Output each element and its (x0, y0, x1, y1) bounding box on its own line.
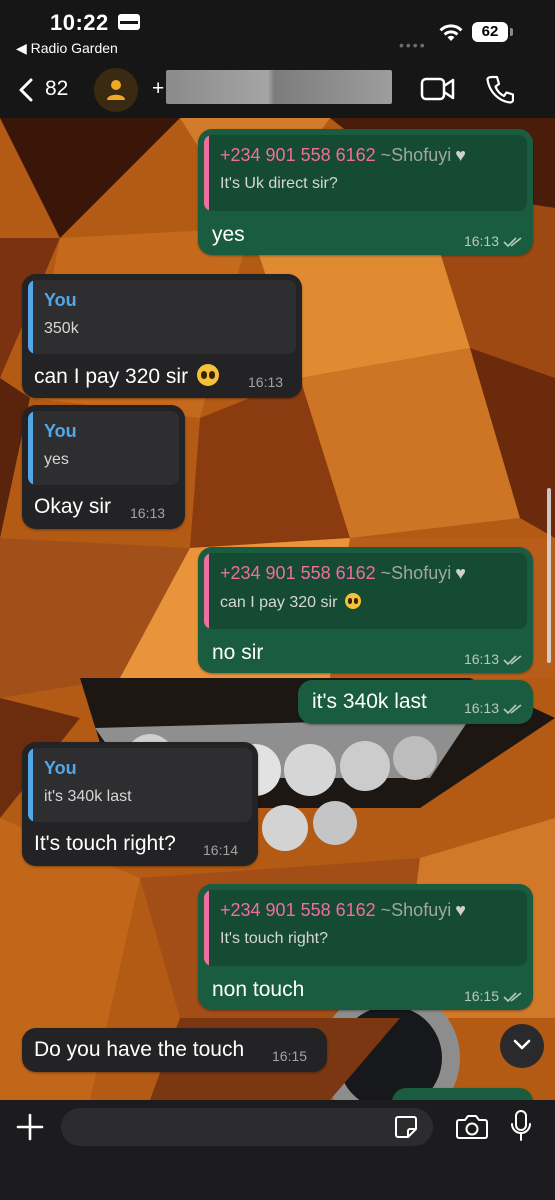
grey-heart-icon: ♥ (455, 563, 466, 583)
quoted-reply[interactable]: +234 901 558 6162 ~Shofuyi ♥ It's Uk dire… (204, 135, 527, 211)
quoted-reply[interactable]: You it's 340k last (28, 748, 252, 822)
pleading-face-emoji-icon (196, 364, 219, 386)
message-bubble-outgoing[interactable]: +234 901 558 6162 ~Shofuyi ♥ can I pay 32… (198, 547, 533, 673)
double-check-icon (503, 237, 522, 248)
message-text: It's touch right? (34, 832, 176, 855)
quoted-reply[interactable]: +234 901 558 6162 ~Shofuyi ♥ It's touch r… (204, 890, 527, 966)
video-camera-icon[interactable] (420, 76, 456, 102)
message-time: 16:13 (464, 651, 523, 667)
pleading-face-emoji-icon (344, 593, 361, 609)
quote-accent-bar (204, 553, 209, 629)
quote-text: can I pay 320 sir (220, 593, 361, 612)
grey-heart-icon: ♥ (455, 145, 466, 165)
message-time: 16:15 (272, 1048, 308, 1064)
chat-messages-area[interactable]: +234 901 558 6162 ~Shofuyi ♥ It's Uk dire… (0, 118, 555, 1100)
double-check-icon (503, 992, 522, 1003)
message-bubble-incoming[interactable]: You yes Okay sir 16:13 (22, 405, 185, 529)
whatsapp-chat-screen: 10:22 ◀ Radio Garden •••• 62 82 + +234 9… (0, 0, 555, 1200)
message-input[interactable] (61, 1108, 433, 1146)
quote-text: It's touch right? (220, 930, 328, 947)
message-bubble-outgoing-partial[interactable] (392, 1088, 533, 1100)
contact-name[interactable]: + (152, 77, 164, 101)
quote-author: +234 901 558 6162 ~Shofuyi ♥ (220, 145, 466, 165)
quote-text: 350k (44, 320, 79, 337)
message-text: can I pay 320 sir (34, 364, 219, 389)
quote-accent-bar (28, 411, 33, 485)
plus-icon[interactable] (16, 1113, 44, 1141)
quote-accent-bar (204, 890, 209, 966)
message-bubble-incoming[interactable]: You it's 340k last It's touch right? 16:… (22, 742, 258, 866)
quote-author: +234 901 558 6162 ~Shofuyi ♥ (220, 563, 466, 583)
chat-header: 82 + (0, 62, 555, 118)
scroll-to-bottom-button[interactable] (500, 1024, 544, 1068)
message-bubble-incoming[interactable]: You 350k can I pay 320 sir 16:13 (22, 274, 302, 398)
redacted-contact-number (166, 70, 392, 104)
quote-author: +234 901 558 6162 ~Shofuyi ♥ (220, 900, 466, 920)
signal-icon: •••• (399, 37, 427, 53)
message-composer (0, 1100, 555, 1200)
quote-text: yes (44, 451, 69, 468)
back-to-app-link[interactable]: ◀ Radio Garden (16, 40, 118, 57)
double-check-icon (503, 704, 522, 715)
quoted-reply[interactable]: +234 901 558 6162 ~Shofuyi ♥ can I pay 32… (204, 553, 527, 629)
chevron-down-icon (513, 1039, 531, 1050)
message-text: no sir (212, 641, 264, 664)
avatar[interactable] (94, 68, 138, 112)
quote-accent-bar (28, 748, 33, 822)
battery-indicator: 62 (472, 22, 513, 42)
status-time: 10:22 (50, 10, 109, 35)
message-text: non touch (212, 978, 305, 1001)
message-text: Okay sir (34, 495, 112, 518)
scroll-indicator[interactable] (547, 488, 551, 663)
quote-accent-bar (28, 280, 33, 354)
wifi-icon (439, 24, 463, 41)
message-bubble-outgoing[interactable]: +234 901 558 6162 ~Shofuyi ♥ It's Uk dire… (198, 129, 533, 255)
quote-author: You (44, 421, 77, 441)
message-time: 16:15 (464, 988, 523, 1004)
message-text: yes (212, 223, 245, 246)
quoted-reply[interactable]: You 350k (28, 280, 296, 354)
message-time: 16:14 (203, 842, 239, 858)
message-time: 16:13 (464, 700, 523, 716)
message-time: 16:13 (248, 374, 284, 390)
message-bubble-outgoing[interactable]: it's 340k last 16:13 (298, 680, 533, 724)
quote-text: It's Uk direct sir? (220, 175, 338, 192)
grey-heart-icon: ♥ (455, 900, 466, 920)
message-time: 16:13 (130, 505, 166, 521)
quote-author: You (44, 290, 77, 310)
chevron-left-icon[interactable] (16, 77, 38, 103)
message-bubble-incoming[interactable]: Do you have the touch 16:15 (22, 1028, 327, 1072)
double-check-icon (503, 655, 522, 666)
person-icon (107, 80, 125, 100)
camera-icon[interactable] (456, 1114, 488, 1140)
unread-count[interactable]: 82 (45, 77, 68, 101)
microphone-icon[interactable] (510, 1110, 532, 1142)
message-text: Do you have the touch (34, 1038, 245, 1061)
quoted-reply[interactable]: You yes (28, 411, 179, 485)
quote-author: You (44, 758, 77, 778)
message-bubble-outgoing[interactable]: +234 901 558 6162 ~Shofuyi ♥ It's touch r… (198, 884, 533, 1010)
message-text: it's 340k last (312, 690, 427, 713)
sim-card-icon (118, 14, 140, 30)
message-time: 16:13 (464, 233, 523, 249)
sticker-icon[interactable] (394, 1115, 418, 1139)
quote-accent-bar (204, 135, 209, 211)
phone-icon[interactable] (486, 74, 514, 104)
status-bar: 10:22 ◀ Radio Garden •••• 62 (0, 0, 555, 62)
quote-text: it's 340k last (44, 788, 132, 805)
